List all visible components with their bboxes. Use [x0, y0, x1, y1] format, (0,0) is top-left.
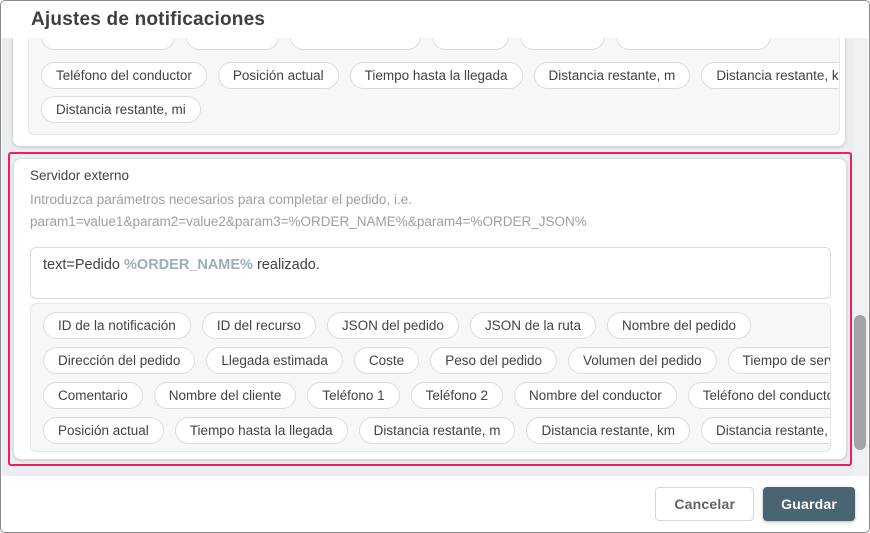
- external-server-highlight: Servidor externo Introduzca parámetros n…: [8, 152, 852, 466]
- external-server-description-line2: param1=value1&param2=value2&param3=%ORDE…: [30, 211, 831, 233]
- param-chip[interactable]: ID de la notificación: [43, 312, 191, 339]
- param-chip[interactable]: Teléfono del conductor: [688, 382, 831, 409]
- param-chip[interactable]: Distancia restante, m: [534, 62, 691, 89]
- params-input-text-suffix: realizado.: [253, 257, 320, 273]
- dialog-title: Ajustes de notificaciones: [31, 9, 265, 31]
- server-params-input[interactable]: text=Pedido %ORDER_NAME% realizado.: [30, 247, 831, 299]
- param-chip-row: ID de la notificación ID del recurso JSON …: [43, 312, 818, 339]
- param-chip[interactable]: Tiempo hasta la llegada: [175, 417, 348, 444]
- param-chip-cutoff[interactable]: [616, 38, 771, 50]
- external-server-label: Servidor externo: [30, 167, 831, 184]
- param-chip-row: Distancia restante, mi: [41, 96, 827, 123]
- param-chip-cutoff[interactable]: [290, 38, 421, 50]
- dialog-titlebar: Ajustes de notificaciones: [1, 1, 869, 38]
- param-chip[interactable]: Llegada estimada: [206, 347, 343, 374]
- scrollbar-track[interactable]: [853, 38, 867, 477]
- param-chip[interactable]: Posición actual: [218, 62, 339, 89]
- dialog-footer: Cancelar Guardar: [2, 476, 868, 531]
- variables-chip-rows: Teléfono del conductor Posición actual Tie…: [41, 62, 827, 123]
- params-input-text: text=Pedido: [43, 257, 124, 273]
- variables-card: Teléfono del conductor Posición actual Tie…: [12, 38, 846, 147]
- param-chip[interactable]: Distancia restante, km: [701, 62, 840, 89]
- param-chip[interactable]: Teléfono 2: [411, 382, 503, 409]
- param-chip[interactable]: Comentario: [43, 382, 143, 409]
- server-chip-rows: ID de la notificación ID del recurso JSON …: [43, 312, 818, 444]
- param-chip[interactable]: Posición actual: [43, 417, 164, 444]
- param-chip[interactable]: Distancia restante, mi: [41, 96, 201, 123]
- param-chip-row: Teléfono del conductor Posición actual Tie…: [41, 62, 827, 89]
- server-params-panel: ID de la notificación ID del recurso JSON …: [30, 303, 831, 452]
- param-chip[interactable]: ID del recurso: [202, 312, 316, 339]
- param-chip-cutoff[interactable]: [41, 38, 175, 50]
- param-chip[interactable]: Nombre del cliente: [154, 382, 297, 409]
- save-button[interactable]: Guardar: [763, 487, 855, 521]
- param-chip[interactable]: Coste: [354, 347, 419, 374]
- param-chip[interactable]: Peso del pedido: [430, 347, 557, 374]
- param-chip[interactable]: Teléfono 1: [307, 382, 399, 409]
- variables-panel: Teléfono del conductor Posición actual Tie…: [28, 38, 840, 135]
- param-chip[interactable]: Teléfono del conductor: [41, 62, 207, 89]
- notification-settings-dialog: Ajustes de notificaciones Teléfono del c…: [0, 0, 870, 533]
- param-chip[interactable]: Volumen del pedido: [568, 347, 717, 374]
- param-chip-row: Posición actual Tiempo hasta la llegada Di…: [43, 417, 818, 444]
- order-name-token: %ORDER_NAME%: [124, 257, 253, 273]
- param-chip[interactable]: Tiempo de servicio: [728, 347, 831, 374]
- param-chip[interactable]: Distancia restante, km: [526, 417, 690, 444]
- param-chip-row-cutoff: [41, 38, 827, 50]
- param-chip[interactable]: Nombre del pedido: [607, 312, 751, 339]
- param-chip[interactable]: JSON de la ruta: [470, 312, 596, 339]
- param-chip[interactable]: Dirección del pedido: [43, 347, 195, 374]
- param-chip[interactable]: JSON del pedido: [327, 312, 459, 339]
- dialog-scroll-area: Teléfono del conductor Posición actual Tie…: [2, 38, 868, 477]
- scrollbar-thumb[interactable]: [854, 315, 866, 450]
- param-chip-row: Dirección del pedido Llegada estimada Cost…: [43, 347, 818, 374]
- external-server-description: Introduzca parámetros necesarios para co…: [30, 189, 831, 233]
- cancel-button[interactable]: Cancelar: [655, 487, 754, 521]
- param-chip[interactable]: Distancia restante, m: [359, 417, 516, 444]
- param-chip-cutoff[interactable]: [432, 38, 509, 50]
- param-chip[interactable]: Tiempo hasta la llegada: [350, 62, 523, 89]
- param-chip[interactable]: Nombre del conductor: [514, 382, 677, 409]
- param-chip-cutoff[interactable]: [186, 38, 279, 50]
- external-server-description-line1: Introduzca parámetros necesarios para co…: [30, 189, 831, 211]
- param-chip-cutoff[interactable]: [520, 38, 605, 50]
- param-chip-row: Comentario Nombre del cliente Teléfono 1 Te…: [43, 382, 818, 409]
- external-server-card: Servidor externo Introduzca parámetros n…: [13, 158, 847, 460]
- param-chip[interactable]: Distancia restante, mi: [701, 417, 831, 444]
